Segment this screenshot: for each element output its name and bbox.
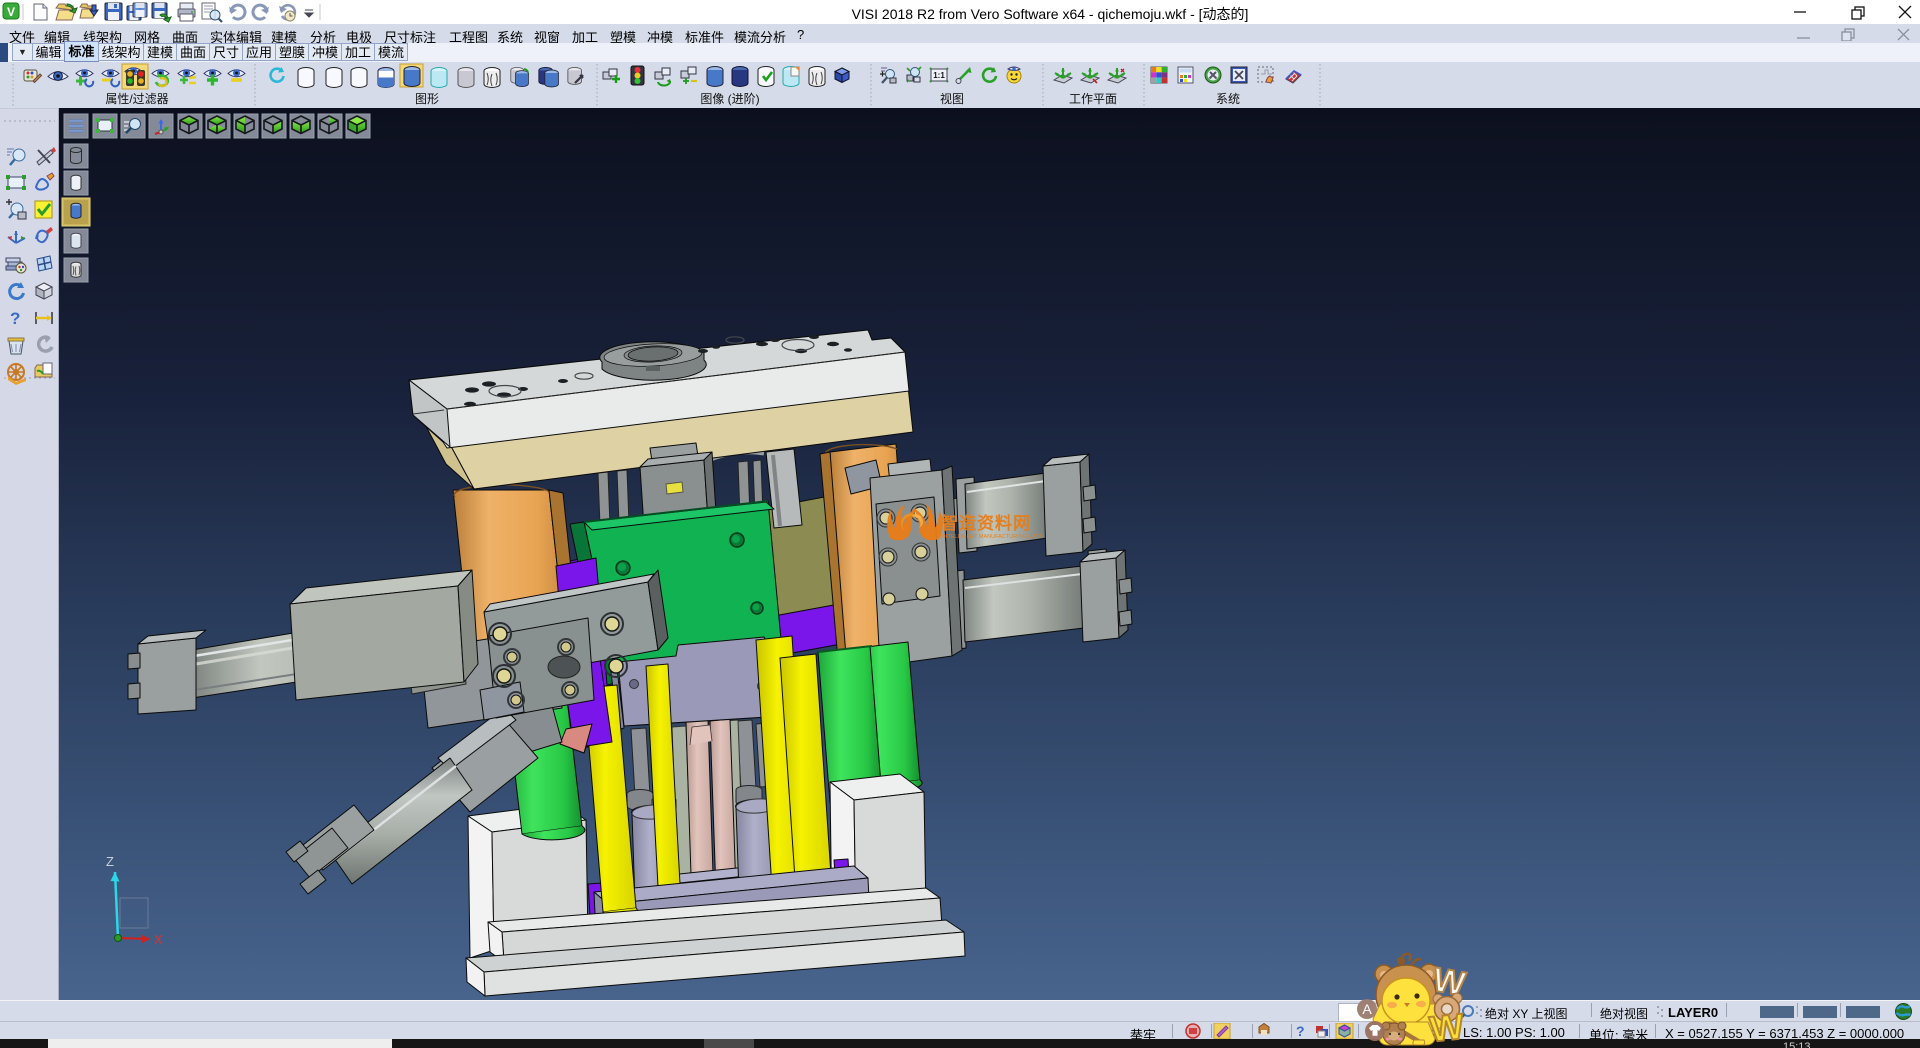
svg-text:1:1: 1:1 <box>933 71 945 80</box>
svg-text:工作平面: 工作平面 <box>1069 92 1117 106</box>
svg-text:Z: Z <box>106 854 114 869</box>
svg-text:INTELLIGENT MANUFACTURING DATA: INTELLIGENT MANUFACTURING DATA <box>942 534 1043 540</box>
svg-text:图像 (进阶): 图像 (进阶) <box>700 92 759 106</box>
svg-text:W: W <box>1428 1005 1466 1046</box>
svg-text:属性/过滤器: 属性/过滤器 <box>105 92 168 106</box>
svg-text:A: A <box>1362 1001 1372 1017</box>
svg-text:V: V <box>7 5 15 19</box>
svg-text:系统: 系统 <box>1216 92 1240 106</box>
svg-text:视图: 视图 <box>940 91 964 106</box>
svg-text:?: ? <box>1296 1023 1305 1039</box>
svg-text:图形: 图形 <box>415 92 439 106</box>
svg-text:智造资料网: 智造资料网 <box>941 513 1031 533</box>
svg-text:?: ? <box>10 309 20 328</box>
svg-text:X: X <box>154 932 163 947</box>
